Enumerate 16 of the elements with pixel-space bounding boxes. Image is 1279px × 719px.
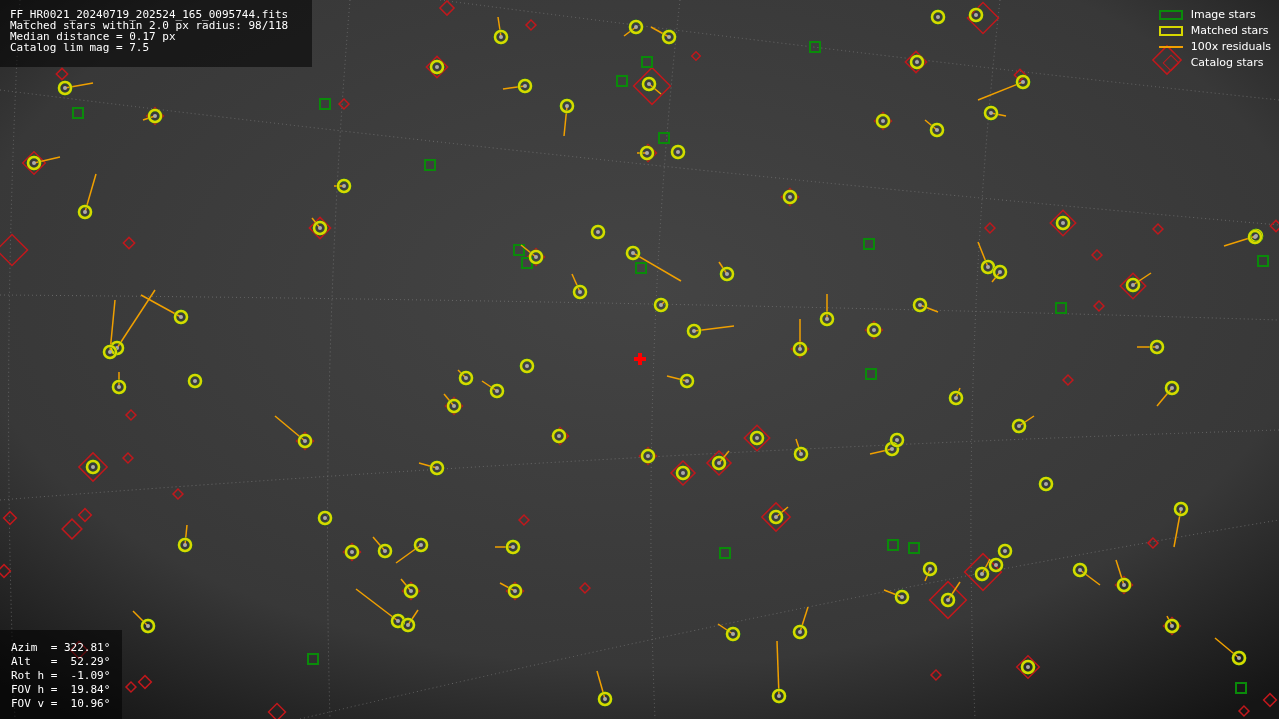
pointing-text: Alt = 52.29° bbox=[11, 656, 112, 667]
line-marker-icon bbox=[1158, 46, 1183, 48]
legend-label: 100x residuals bbox=[1190, 40, 1271, 54]
legend-label: Matched stars bbox=[1190, 24, 1269, 38]
info-text: Matched stars within 2.0 px radius: 98/118 bbox=[10, 20, 290, 31]
legend-label: Catalog stars bbox=[1190, 56, 1264, 70]
info-text: Median distance = 0.17 px bbox=[10, 31, 176, 42]
square-marker-icon bbox=[1158, 10, 1183, 20]
pointing-text: Azim = 322.81° bbox=[11, 642, 112, 653]
pointing-text: Rot h = -1.09° bbox=[11, 670, 112, 681]
info-text: Catalog lim mag = 7.5 bbox=[10, 42, 151, 53]
legend-label: Image stars bbox=[1190, 8, 1256, 22]
pointing-text: FOV h = 19.84° bbox=[11, 684, 112, 695]
info-text: FF_HR0021_20240719_202524_165_0095744.fits bbox=[10, 9, 290, 20]
square-marker-icon bbox=[1158, 26, 1183, 36]
pointing-text: FOV v = 10.96° bbox=[11, 698, 112, 709]
